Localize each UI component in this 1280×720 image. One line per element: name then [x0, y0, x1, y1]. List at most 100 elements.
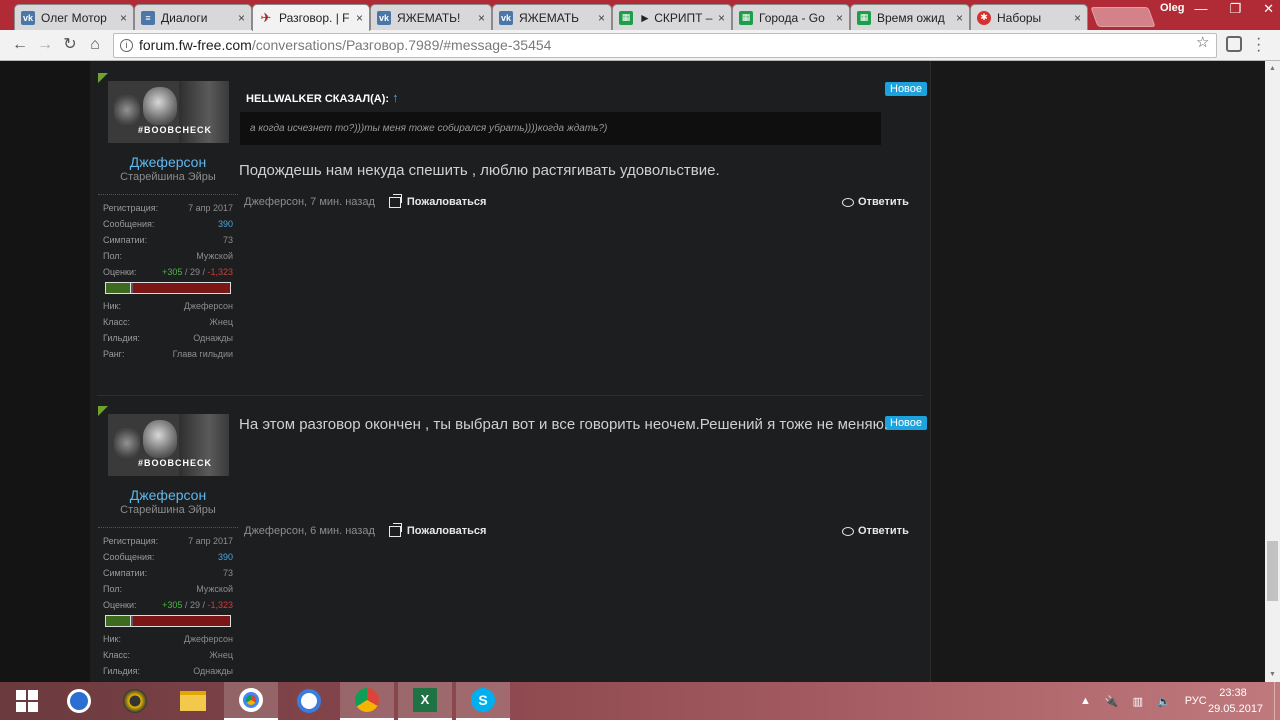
rating-neutral: 29	[189, 600, 200, 610]
avatar-face-shape	[143, 420, 177, 458]
new-tab-button[interactable]	[1090, 7, 1156, 27]
message-post: #BOOBCHECK Джеферсон Старейшина Эйры Рег…	[90, 396, 931, 682]
message-text: На этом разговор окончен , ты выбрал вот…	[239, 416, 889, 433]
stat-label: Гильдия:	[103, 333, 140, 343]
avatar[interactable]: #BOOBCHECK	[108, 414, 229, 476]
close-icon[interactable]: ×	[956, 11, 963, 25]
stat-likes: Симпатии: 73	[103, 232, 233, 248]
browser-icon	[297, 689, 321, 713]
stat-label: Оценки:	[103, 600, 137, 610]
scroll-up-icon[interactable]: ▲	[1265, 61, 1280, 76]
report-button[interactable]: Пожаловаться	[388, 522, 486, 537]
forward-icon[interactable]: →	[35, 35, 55, 55]
close-icon[interactable]: ×	[1074, 11, 1081, 25]
rating-bar	[105, 282, 231, 294]
stat-label: Оценки:	[103, 267, 137, 277]
scroll-down-icon[interactable]: ▼	[1265, 667, 1280, 682]
tab-dialogs[interactable]: ≡ Диалоги ×	[134, 4, 252, 30]
rating-bar-positive	[106, 616, 131, 626]
user-title: Старейшина Эйры	[120, 171, 216, 183]
new-badge: Новое	[885, 416, 928, 430]
stat-label: Гильдия:	[103, 666, 140, 676]
stat-label: Ник:	[103, 301, 121, 311]
tab-yazhemat-1[interactable]: vk ЯЖЕМАТЬ! ×	[370, 4, 492, 30]
close-icon[interactable]: ×	[718, 11, 725, 25]
power-icon[interactable]: 🔌	[1105, 695, 1119, 708]
taskbar-app-browser2[interactable]	[282, 682, 336, 720]
taskbar-app-skype[interactable]: S	[456, 682, 510, 720]
tab-oleg-motor[interactable]: vk Олег Мотор ×	[14, 4, 134, 30]
tab-label: Время ожид	[877, 10, 945, 25]
taskbar-app-chrome-alert[interactable]	[340, 682, 394, 720]
stat-likes: Симпатии: 73	[103, 565, 233, 581]
avatar-hand-shape	[114, 428, 140, 458]
excel-icon: X	[413, 688, 437, 712]
tab-sets[interactable]: ✱ Наборы ×	[970, 4, 1088, 30]
stat-value: Мужской	[196, 584, 233, 594]
quote-jump-arrow-icon[interactable]: ↑	[392, 90, 399, 105]
stat-gender: Пол: Мужской	[103, 248, 233, 264]
minimize-icon[interactable]: —	[1194, 1, 1207, 17]
close-icon[interactable]: ×	[356, 11, 363, 25]
close-icon[interactable]: ×	[836, 11, 843, 25]
username[interactable]: Джеферсон	[98, 154, 238, 170]
back-icon[interactable]: ←	[10, 35, 30, 55]
taskbar-app-player[interactable]	[108, 682, 162, 720]
page-scrollbar[interactable]: ▲ ▼	[1265, 61, 1280, 682]
message-author-time[interactable]: Джеферсон, 6 мин. назад	[244, 525, 375, 537]
tab-label: Города - Go	[759, 10, 825, 25]
stat-value: Джеферсон	[183, 634, 233, 644]
network-icon[interactable]: ▥	[1133, 695, 1143, 708]
close-icon[interactable]: ×	[238, 11, 245, 25]
report-button[interactable]: Пожаловаться	[388, 193, 486, 208]
reply-button[interactable]: Ответить	[842, 196, 909, 208]
taskbar-app-remote[interactable]	[52, 682, 106, 720]
user-title: Старейшина Эйры	[120, 504, 216, 516]
rating-bar-positive	[106, 283, 131, 293]
clock[interactable]: 23:38 29.05.2017	[1208, 685, 1263, 717]
tab-wait-time[interactable]: ▦ Время ожид ×	[850, 4, 970, 30]
restore-icon[interactable]: ❐	[1229, 1, 1241, 17]
reload-icon[interactable]: ↻	[60, 35, 80, 55]
show-desktop-button[interactable]	[1274, 682, 1280, 720]
username[interactable]: Джеферсон	[98, 487, 238, 503]
close-icon[interactable]: ×	[598, 11, 605, 25]
taskbar-app-explorer[interactable]	[166, 682, 220, 720]
tab-yazhemat-2[interactable]: vk ЯЖЕМАТЬ ×	[492, 4, 612, 30]
chrome-alert-icon	[355, 688, 379, 712]
taskbar-app-chrome[interactable]	[224, 682, 278, 720]
home-icon[interactable]: ⌂	[85, 35, 105, 55]
reply-button[interactable]: Ответить	[842, 525, 909, 537]
profile-name[interactable]: Oleg	[1160, 2, 1184, 14]
message-author-time[interactable]: Джеферсон, 7 мин. назад	[244, 196, 375, 208]
bookmark-star-icon[interactable]: ☆	[1196, 33, 1209, 51]
stat-value-link[interactable]: 390	[218, 219, 233, 229]
close-icon[interactable]: ×	[478, 11, 485, 25]
volume-icon[interactable]: 🔈	[1157, 695, 1171, 708]
tray-expand-icon[interactable]: ▲	[1080, 695, 1091, 707]
page-info-icon[interactable]: i	[120, 39, 133, 52]
start-button[interactable]	[0, 682, 54, 720]
close-window-icon[interactable]: ✕	[1263, 1, 1274, 17]
language-indicator[interactable]: РУС	[1185, 695, 1207, 707]
close-icon[interactable]: ×	[120, 11, 127, 25]
stat-label: Класс:	[103, 650, 130, 660]
fw-logo-icon: ✈	[260, 10, 272, 25]
windows-logo-icon	[16, 690, 38, 712]
stat-class: Класс: Жнец	[103, 647, 233, 663]
tab-cities[interactable]: ▦ Города - Go ×	[732, 4, 850, 30]
extension-icon[interactable]	[1226, 36, 1242, 52]
stat-ratings: Оценки: +305 / 29 / -1,323	[103, 600, 233, 610]
stat-value-link[interactable]: 390	[218, 552, 233, 562]
tab-conversation[interactable]: ✈ Разговор. | F ×	[252, 4, 370, 31]
tab-label: ЯЖЕМАТЬ!	[397, 10, 461, 25]
browser-toolbar: ← → ↻ ⌂ i forum.fw-free.com/conversation…	[0, 30, 1280, 61]
scrollbar-thumb[interactable]	[1267, 541, 1278, 601]
menu-dots-icon[interactable]: · · ·	[1256, 31, 1261, 59]
url-path: /conversations/Разговор.7989/#message-35…	[251, 37, 552, 53]
quote-author-label[interactable]: HELLWALKER СКАЗАЛ(А):	[246, 93, 389, 105]
address-bar[interactable]: i forum.fw-free.com/conversations/Разгов…	[113, 33, 1217, 58]
avatar[interactable]: #BOOBCHECK	[108, 81, 229, 143]
taskbar-app-excel[interactable]: X	[398, 682, 452, 720]
tab-script[interactable]: ▦ ► СКРИПТ – ×	[612, 4, 732, 30]
